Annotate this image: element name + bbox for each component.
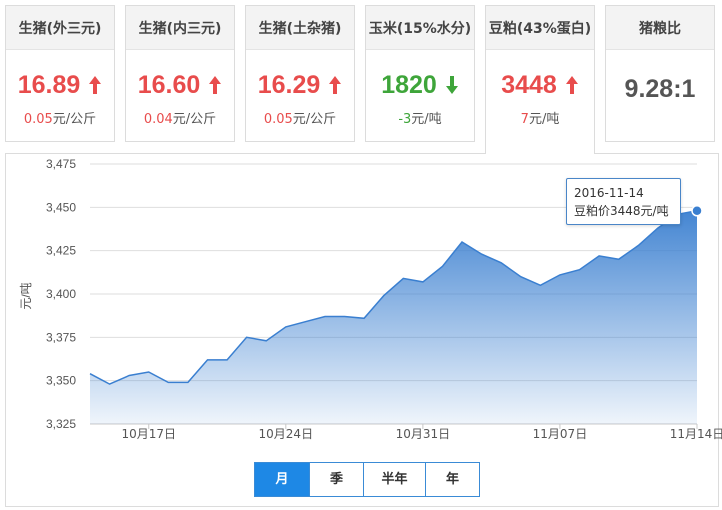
series-soymeal — [89, 205, 703, 424]
y-tick-label: 3,425 — [46, 244, 76, 258]
x-axis-ticks: 10月17日 10月24日 10月31日 11月07日 11月14日 — [121, 424, 722, 441]
price-area-chart: 3,325 3,350 3,375 3,400 3,425 3,450 3,475 10月1… — [19, 157, 722, 441]
range-year-button[interactable]: 年 — [425, 463, 479, 496]
y-tick-label: 3,350 — [46, 374, 76, 388]
range-quarter-button[interactable]: 季 — [309, 463, 363, 496]
chart-tooltip: 2016-11-14 豆粕价3448元/吨 — [566, 178, 681, 225]
x-tick-label: 11月07日 — [533, 427, 588, 441]
range-half-year-button[interactable]: 半年 — [363, 463, 425, 496]
tooltip-date: 2016-11-14 — [574, 186, 644, 200]
series-area — [90, 210, 697, 424]
y-tick-label: 3,450 — [46, 200, 76, 214]
y-axis-ticks: 3,325 3,350 3,375 3,400 3,425 3,450 3,475 — [46, 157, 76, 431]
y-tick-label: 3,400 — [46, 287, 76, 301]
data-point — [691, 205, 703, 217]
y-tick-label: 3,325 — [46, 417, 76, 431]
y-axis-label: 元/吨 — [19, 282, 33, 309]
range-selector: 月 季 半年 年 — [254, 462, 480, 497]
range-month-button[interactable]: 月 — [255, 463, 309, 496]
tooltip-value: 豆粕价3448元/吨 — [574, 204, 669, 218]
y-tick-label: 3,475 — [46, 157, 76, 171]
y-tick-label: 3,375 — [46, 330, 76, 344]
x-tick-label: 10月31日 — [396, 427, 451, 441]
x-tick-label: 11月14日 — [670, 427, 722, 441]
x-tick-label: 10月17日 — [121, 427, 176, 441]
x-tick-label: 10月24日 — [259, 427, 314, 441]
